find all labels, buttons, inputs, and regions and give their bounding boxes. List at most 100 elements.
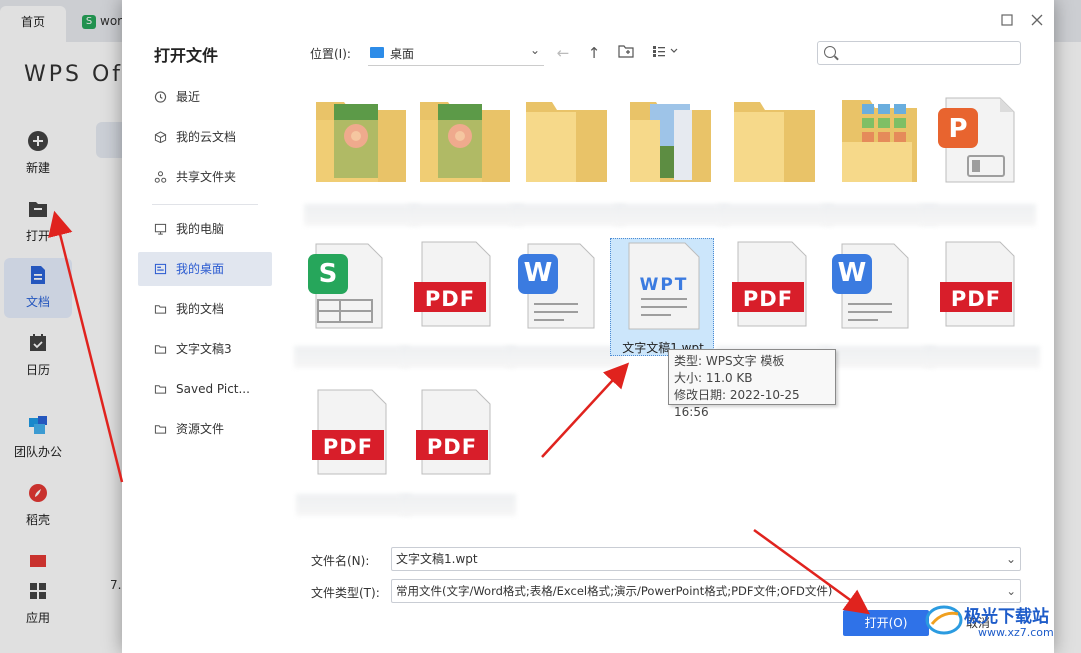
sidebar-item-label: 我的桌面 — [176, 262, 225, 276]
sidebar-item-resources[interactable]: 资源文件 — [138, 412, 272, 446]
blurred-file-label — [614, 204, 730, 226]
tooltip-modified: 修改日期: 2022-10-25 16:56 — [674, 388, 800, 419]
pdf-icon-text: PDF — [322, 435, 374, 459]
sidebar-item-saved-pictures[interactable]: Saved Pict... — [138, 372, 272, 406]
picture-folder-icon — [316, 102, 406, 182]
maximize-icon[interactable] — [1000, 14, 1014, 28]
search-icon — [824, 46, 836, 58]
tooltip-size: 大小: 11.0 KB — [674, 371, 753, 385]
location-label: 位置(I): — [310, 47, 351, 61]
file-item[interactable]: PDF — [296, 386, 412, 516]
blurred-file-label — [924, 346, 1040, 368]
file-item[interactable] — [822, 96, 938, 226]
sidebar-item-label: Saved Pict... — [176, 382, 250, 396]
blurred-file-label — [920, 204, 1036, 226]
view-mode-icon[interactable] — [650, 43, 684, 63]
sidebar-item-label: 最近 — [176, 90, 201, 104]
file-item[interactable]: PDF — [716, 238, 832, 368]
picture-folder-icon — [630, 102, 711, 182]
image-gallery-folder-icon — [842, 100, 917, 182]
blurred-file-label — [294, 346, 410, 368]
close-icon[interactable] — [1030, 14, 1044, 28]
pdf-icon-text: PDF — [424, 287, 476, 311]
file-item[interactable]: PDF — [924, 238, 1040, 368]
file-item-selected[interactable]: WPT 文字文稿1.wpt — [610, 238, 714, 356]
file-item[interactable]: S — [294, 238, 410, 368]
chevron-down-icon[interactable]: ⌄ — [1006, 548, 1016, 570]
sidebar-item-label: 我的云文档 — [176, 130, 237, 144]
filetype-label: 文件类型(T): — [311, 586, 380, 600]
sidebar-item-recent[interactable]: 最近 — [138, 80, 272, 114]
desktop-icon — [154, 263, 167, 275]
open-button[interactable]: 打开(O) — [843, 610, 929, 636]
monitor-icon — [154, 223, 167, 235]
sidebar-item-my-computer[interactable]: 我的电脑 — [138, 212, 272, 246]
file-item[interactable] — [408, 96, 524, 226]
blurred-file-label — [506, 346, 622, 368]
pdf-icon-text: PDF — [742, 287, 794, 311]
site-watermark: 极光下载站 www.xz7.com — [924, 598, 1074, 648]
tooltip-type: 类型: WPS文字 模板 — [674, 354, 785, 368]
blurred-file-label — [820, 346, 936, 368]
spreadsheet-file-icon — [308, 243, 383, 329]
file-info-tooltip: 类型: WPS文字 模板 大小: 11.0 KB 修改日期: 2022-10-2… — [668, 349, 836, 419]
filename-input[interactable]: 文字文稿1.wpt ⌄ — [391, 547, 1021, 571]
folder-icon — [526, 102, 607, 182]
file-item[interactable]: PDF — [400, 386, 516, 516]
file-item[interactable]: W — [506, 238, 622, 368]
new-folder-icon[interactable] — [616, 43, 636, 63]
back-arrow-icon[interactable]: ← — [553, 43, 573, 63]
filetype-value: 常用文件(文字/Word格式;表格/Excel格式;演示/PowerPoint格… — [396, 584, 833, 598]
word-icon-letter: W — [523, 258, 553, 288]
folder-outline-icon — [154, 345, 167, 354]
watermark-logo-icon — [925, 605, 963, 635]
folder-outline-icon — [154, 385, 167, 394]
folder-icon — [734, 102, 815, 182]
blurred-file-label — [304, 204, 420, 226]
sidebar-item-label: 我的电脑 — [176, 222, 225, 236]
file-item[interactable] — [718, 96, 834, 226]
file-item[interactable]: P — [920, 96, 1036, 226]
sidebar-item-wendang3[interactable]: 文字文稿3 — [138, 332, 272, 366]
blurred-file-label — [400, 346, 516, 368]
location-value: 桌面 — [390, 47, 415, 61]
wpt-icon-text: WPT — [639, 275, 689, 295]
sidebar-item-label: 资源文件 — [176, 422, 225, 436]
sidebar-item-label: 我的文档 — [176, 302, 225, 316]
blurred-file-label — [718, 204, 834, 226]
blurred-file-label — [400, 494, 516, 516]
blurred-file-label — [510, 204, 626, 226]
search-input[interactable] — [817, 41, 1021, 65]
up-arrow-icon[interactable]: ↑ — [584, 43, 604, 63]
folder-outline-icon — [154, 425, 167, 434]
watermark-url: www.xz7.com — [978, 626, 1054, 639]
presentation-file-icon — [938, 97, 1015, 183]
dialog-title: 打开文件 — [154, 46, 219, 65]
file-item[interactable] — [510, 96, 626, 226]
file-item[interactable] — [304, 96, 420, 226]
sidebar-item-shared-folder[interactable]: 共享文件夹 — [138, 160, 272, 194]
word-file-icon — [518, 243, 595, 329]
sidebar-item-label: 共享文件夹 — [176, 170, 237, 184]
location-combo[interactable]: 桌面 ⌄ — [368, 40, 544, 66]
word-icon-letter: W — [837, 258, 867, 288]
pdf-icon-text: PDF — [950, 287, 1002, 311]
ppt-icon-letter: P — [948, 114, 968, 144]
word-file-icon — [832, 243, 909, 329]
sidebar-item-cloud-docs[interactable]: 我的云文档 — [138, 120, 272, 154]
file-item[interactable]: PDF — [400, 238, 516, 368]
sheet-icon-letter: S — [318, 259, 338, 289]
file-item[interactable]: W — [820, 238, 936, 368]
blurred-file-label — [408, 204, 524, 226]
sidebar-item-label: 文字文稿3 — [176, 342, 232, 356]
chevron-down-icon: ⌄ — [529, 43, 540, 57]
filename-value: 文字文稿1.wpt — [396, 552, 478, 566]
sidebar-item-my-desktop[interactable]: 我的桌面 — [138, 252, 272, 286]
file-item[interactable] — [614, 96, 730, 226]
share-icon — [154, 171, 167, 183]
filename-label: 文件名(N): — [311, 554, 370, 568]
cube-icon — [154, 131, 167, 143]
clock-icon — [154, 91, 167, 103]
sidebar-item-my-documents[interactable]: 我的文档 — [138, 292, 272, 326]
desktop-folder-icon — [370, 47, 384, 58]
